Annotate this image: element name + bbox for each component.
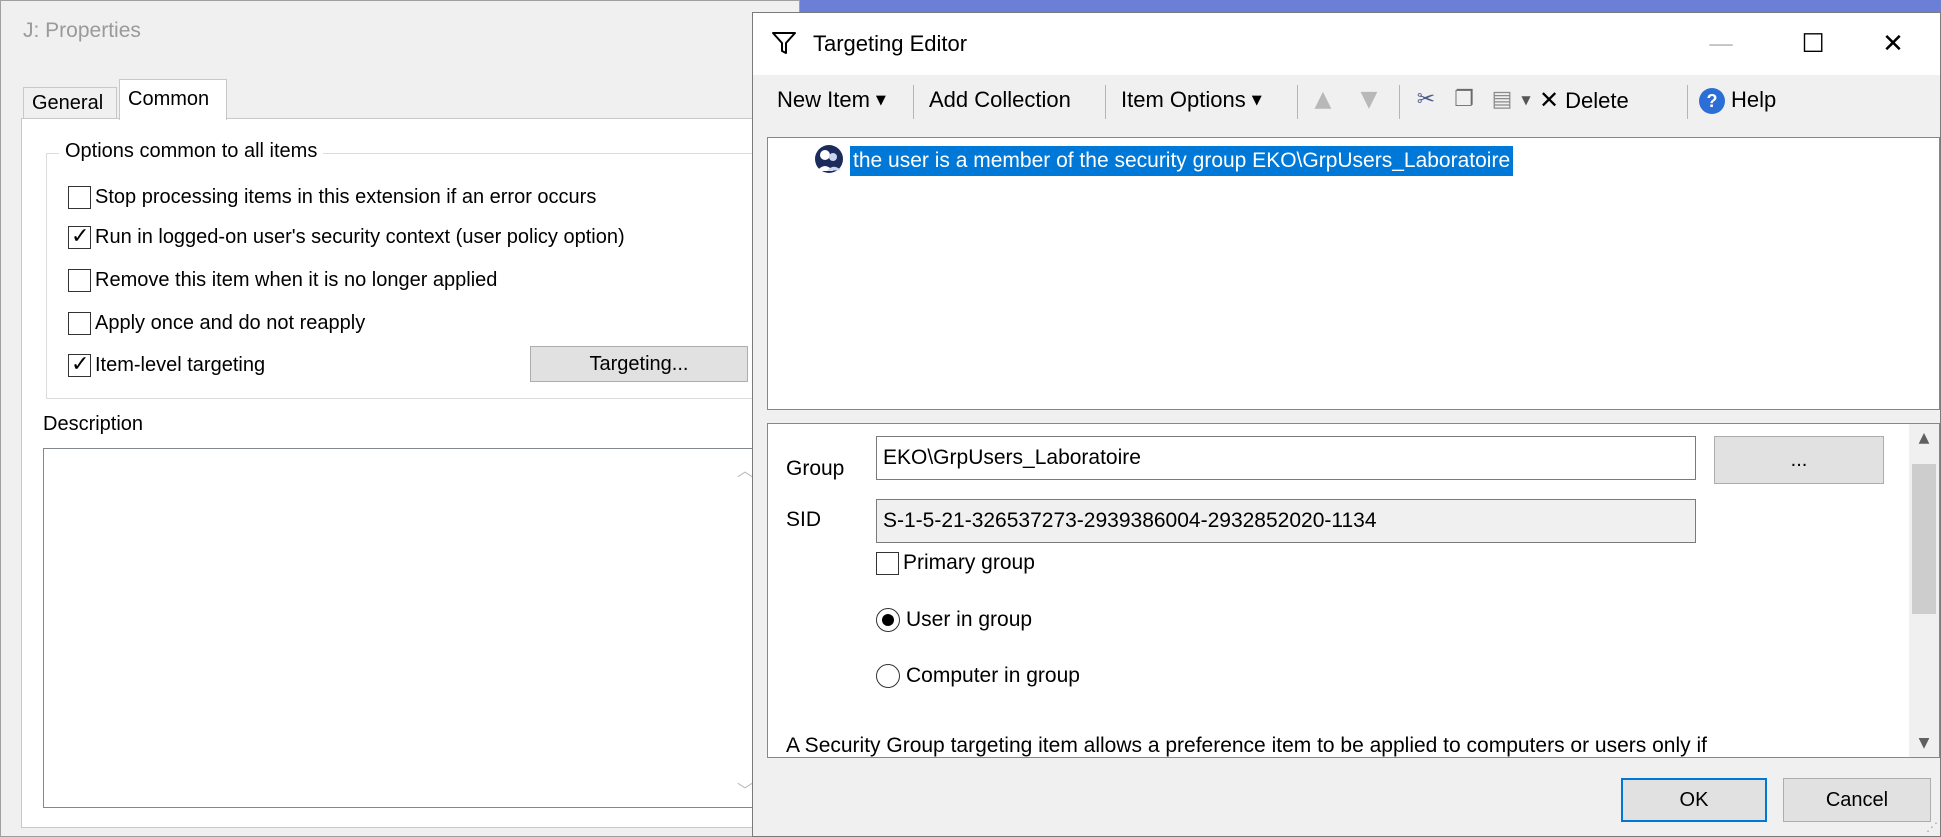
delete-button[interactable]: ✕ Delete xyxy=(1539,75,1629,125)
scrollbar-thumb[interactable] xyxy=(1912,464,1936,614)
option-label: Remove this item when it is no longer ap… xyxy=(95,268,498,291)
option-label: Apply once and do not reapply xyxy=(95,311,366,334)
group-label: Group xyxy=(786,457,845,480)
delete-label: Delete xyxy=(1565,88,1629,113)
checkbox[interactable] xyxy=(68,185,91,209)
caret-down-icon[interactable]: ▼ xyxy=(1517,75,1535,125)
x-icon: ✕ xyxy=(1539,86,1560,114)
browse-group-button[interactable]: ... xyxy=(1714,436,1884,484)
option-stop-processing[interactable]: Stop processing items in this extension … xyxy=(68,183,596,211)
close-icon[interactable]: ✕ xyxy=(1847,13,1939,75)
help-icon: ? xyxy=(1699,88,1725,115)
chevron-down-icon[interactable]: ▼ xyxy=(1909,735,1939,751)
radio-dot xyxy=(882,614,894,626)
radio-button[interactable] xyxy=(876,664,900,688)
item-options-button[interactable]: Item Options ▼ xyxy=(1121,75,1262,125)
add-collection-button[interactable]: Add Collection xyxy=(929,75,1071,125)
description-textarea[interactable] xyxy=(43,448,763,808)
toolbar-separator xyxy=(1687,85,1688,119)
checkbox[interactable] xyxy=(68,311,91,335)
new-item-label: New Item xyxy=(777,87,870,112)
caret-down-icon: ▼ xyxy=(875,93,886,109)
scissors-icon[interactable]: ✂ xyxy=(1409,75,1443,125)
arrow-down-icon[interactable]: ▼ xyxy=(1349,75,1389,125)
checkbox[interactable] xyxy=(876,551,899,575)
cancel-button[interactable]: Cancel xyxy=(1783,778,1931,822)
toolbar-separator xyxy=(1105,85,1106,119)
option-label: Item-level targeting xyxy=(95,353,266,376)
group-field[interactable]: EKO\GrpUsers_Laboratoire xyxy=(876,436,1696,480)
primary-group-label: Primary group xyxy=(903,551,1035,574)
arrow-up-icon[interactable]: ▲ xyxy=(1303,75,1343,125)
security-group-icon xyxy=(815,145,843,173)
checkbox[interactable]: ✓ xyxy=(68,223,91,249)
filter-icon xyxy=(772,32,796,54)
primary-group-option[interactable]: Primary group xyxy=(876,548,1035,578)
checkbox[interactable] xyxy=(68,268,91,292)
new-item-button[interactable]: New Item ▼ xyxy=(777,75,886,125)
option-run-in-user-context[interactable]: ✓ Run in logged-on user's security conte… xyxy=(68,223,625,251)
paste-icon[interactable]: ▤ xyxy=(1485,75,1519,125)
sid-field: S-1-5-21-326537273-2939386004-2932852020… xyxy=(876,499,1696,543)
help-description-text: A Security Group targeting item allows a… xyxy=(786,734,1707,757)
properties-window-title: J: Properties xyxy=(23,19,141,42)
option-item-level-targeting[interactable]: ✓ Item-level targeting xyxy=(68,351,265,379)
tab-general[interactable]: General xyxy=(23,87,117,119)
toolbar-separator xyxy=(1399,85,1400,119)
maximize-icon[interactable]: ☐ xyxy=(1767,13,1859,75)
minimize-icon: — xyxy=(1708,29,1734,59)
help-label: Help xyxy=(1731,87,1777,112)
targeting-editor-dialog: Targeting Editor — ☐ ✕ New Item ▼ Add Col… xyxy=(752,12,1941,837)
toolbar-separator xyxy=(913,85,914,119)
radio-button[interactable] xyxy=(876,608,900,632)
user-in-group-option[interactable]: User in group xyxy=(876,605,1032,635)
help-button[interactable]: ? Help xyxy=(1699,75,1776,125)
sid-label: SID xyxy=(786,508,822,531)
targeting-button[interactable]: Targeting... xyxy=(530,346,748,382)
computer-in-group-label: Computer in group xyxy=(906,664,1080,687)
caret-down-icon: ▼ xyxy=(1251,93,1262,109)
vertical-scrollbar[interactable]: ▲ ▼ xyxy=(1909,424,1939,757)
copy-icon[interactable]: ❐ xyxy=(1447,75,1481,125)
option-apply-once[interactable]: Apply once and do not reapply xyxy=(68,309,365,337)
resize-grip-icon[interactable]: ⋰ xyxy=(1926,820,1938,834)
checkbox[interactable]: ✓ xyxy=(68,351,91,377)
tab-common[interactable]: Common xyxy=(119,79,227,120)
item-options-label: Item Options xyxy=(1121,87,1246,112)
targeting-tree[interactable]: the user is a member of the security gro… xyxy=(767,137,1940,410)
computer-in-group-option[interactable]: Computer in group xyxy=(876,661,1080,691)
option-remove-when-not-applied[interactable]: Remove this item when it is no longer ap… xyxy=(68,266,497,294)
toolbar: New Item ▼ Add Collection Item Options ▼ ▲… xyxy=(753,75,1940,125)
tree-item-security-group[interactable]: the user is a member of the security gro… xyxy=(850,146,1514,176)
description-label: Description xyxy=(43,413,144,435)
dialog-title: Targeting Editor xyxy=(813,31,968,56)
options-group-legend: Options common to all items xyxy=(59,140,324,163)
toolbar-separator xyxy=(1297,85,1298,119)
properties-window: J: Properties General Common Options com… xyxy=(0,0,811,837)
check-icon: ✓ xyxy=(71,351,90,377)
title-bar: Targeting Editor — ☐ ✕ xyxy=(753,13,1940,75)
user-in-group-label: User in group xyxy=(906,608,1033,631)
item-properties-pane: Group EKO\GrpUsers_Laboratoire ... SID S… xyxy=(767,423,1940,758)
ok-button[interactable]: OK xyxy=(1621,778,1767,822)
option-label: Stop processing items in this extension … xyxy=(95,185,597,208)
chevron-up-icon[interactable]: ▲ xyxy=(1909,430,1939,446)
check-icon: ✓ xyxy=(71,223,90,249)
option-label: Run in logged-on user's security context… xyxy=(95,225,625,248)
